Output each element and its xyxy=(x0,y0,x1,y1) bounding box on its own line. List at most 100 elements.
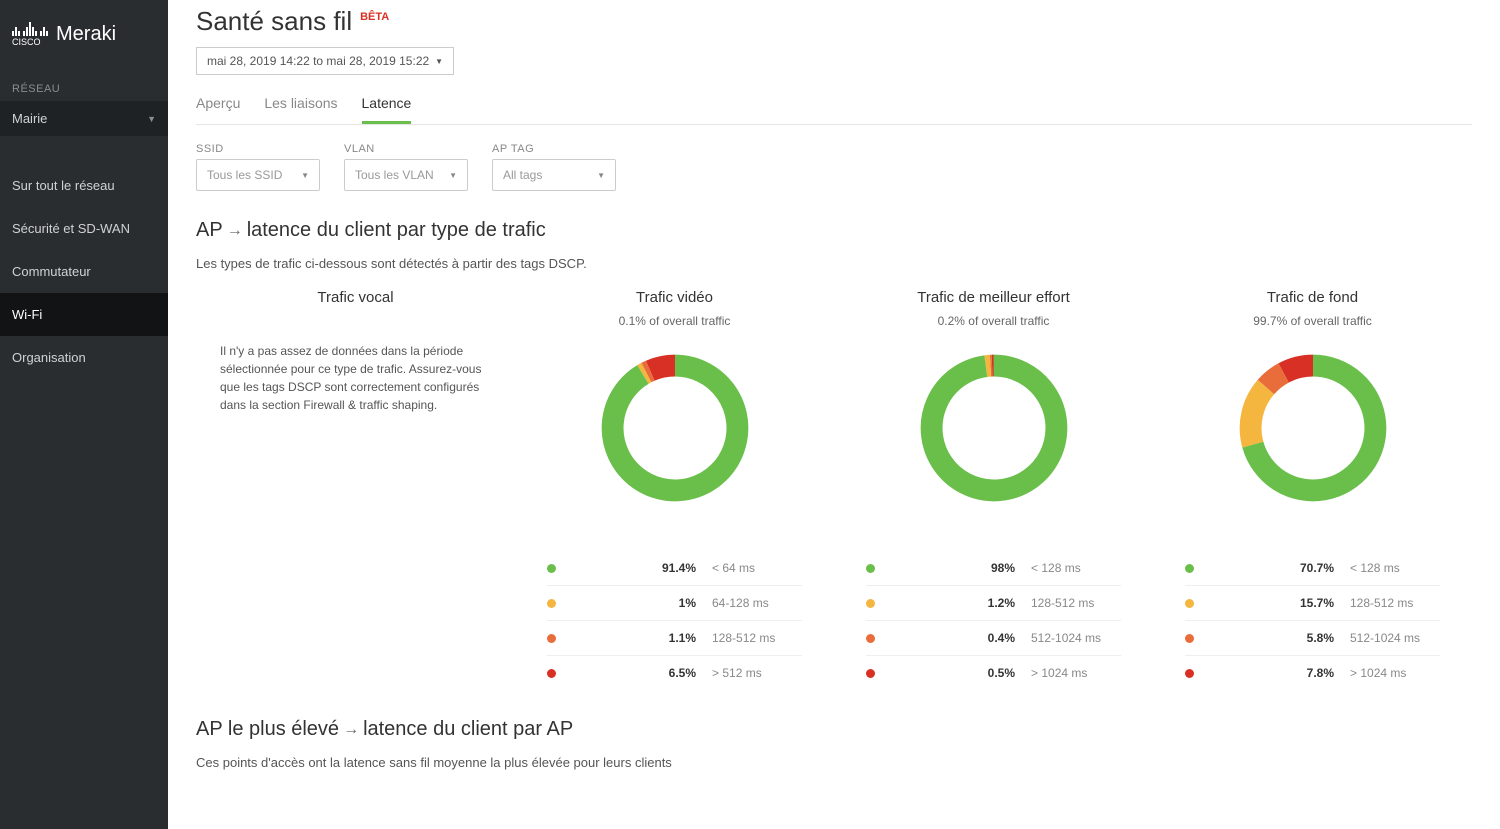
legend-row: 7.8%> 1024 ms xyxy=(1185,656,1440,690)
legend-range: 64-128 ms xyxy=(712,596,802,610)
donut-chart xyxy=(597,350,753,506)
network-selector[interactable]: Mairie ▼ xyxy=(0,101,168,136)
traffic-card-note: Il n'y a pas assez de données dans la pé… xyxy=(212,342,499,414)
legend-range: 512-1024 ms xyxy=(1350,631,1440,645)
section-title: AP → latence du client par type de trafi… xyxy=(196,219,1472,242)
tabs: Aperçu Les liaisons Latence xyxy=(196,95,1472,125)
traffic-card: Trafic vocal Il n'y a pas assez de donnée… xyxy=(196,289,515,690)
caret-down-icon: ▼ xyxy=(435,57,443,66)
traffic-card: Trafic vidéo0.1% of overall traffic91.4%… xyxy=(515,289,834,690)
legend-range: 512-1024 ms xyxy=(1031,631,1121,645)
donut-wrap xyxy=(1235,350,1391,511)
section-latency-by-ap: AP le plus élevé → latence du client par… xyxy=(168,690,1500,770)
traffic-card-title: Trafic de meilleur effort xyxy=(917,289,1070,306)
legend-percent: 1% xyxy=(556,596,712,610)
sidebar-item[interactable]: Sécurité et SD-WAN xyxy=(0,207,168,250)
chevron-down-icon: ▼ xyxy=(147,114,156,124)
legend-dot-icon xyxy=(866,599,875,608)
filter-ssid-value: Tous les SSID xyxy=(207,168,282,182)
traffic-card: Trafic de fond 99.7% of overall traffic 70… xyxy=(1153,289,1472,690)
filter-vlan-label: VLAN xyxy=(344,143,468,155)
legend-row: 1.2%128-512 ms xyxy=(866,586,1121,621)
legend-range: 128-512 ms xyxy=(1350,596,1440,610)
legend-percent: 15.7% xyxy=(1194,596,1350,610)
section-subtitle: Ces points d'accès ont la latence sans f… xyxy=(196,755,1472,770)
date-range-value: mai 28, 2019 14:22 to mai 28, 2019 15:22 xyxy=(207,54,429,68)
legend: 91.4%< 64 ms1%64-128 ms1.1%128-512 ms6.5… xyxy=(531,551,818,690)
legend-range: < 128 ms xyxy=(1350,561,1440,575)
tab[interactable]: Aperçu xyxy=(196,95,240,124)
legend-row: 5.8%512-1024 ms xyxy=(1185,621,1440,656)
filter-ssid-select[interactable]: Tous les SSID ▼ xyxy=(196,159,320,191)
sidebar-nav: Sur tout le réseauSécurité et SD-WANComm… xyxy=(0,164,168,379)
traffic-card-title: Trafic vidéo xyxy=(636,289,713,306)
legend: 98%< 128 ms1.2%128-512 ms0.4%512-1024 ms… xyxy=(850,551,1137,690)
legend-dot-icon xyxy=(547,669,556,678)
sidebar-item[interactable]: Commutateur xyxy=(0,250,168,293)
legend: 70.7%< 128 ms15.7%128-512 ms5.8%512-1024… xyxy=(1169,551,1456,690)
sidebar-item[interactable]: Wi-Fi xyxy=(0,293,168,336)
legend-dot-icon xyxy=(866,564,875,573)
filters-row: SSID Tous les SSID ▼ VLAN Tous les VLAN … xyxy=(168,125,1500,191)
brand-logo: CISCO Meraki xyxy=(0,0,168,65)
legend-row: 70.7%< 128 ms xyxy=(1185,551,1440,586)
legend-percent: 5.8% xyxy=(1194,631,1350,645)
filter-vlan-value: Tous les VLAN xyxy=(355,168,434,182)
traffic-card-title: Trafic de fond xyxy=(1267,289,1358,306)
brand-name: Meraki xyxy=(56,23,116,46)
legend-row: 15.7%128-512 ms xyxy=(1185,586,1440,621)
legend-row: 1.1%128-512 ms xyxy=(547,621,802,656)
legend-row: 98%< 128 ms xyxy=(866,551,1121,586)
legend-range: 128-512 ms xyxy=(712,631,802,645)
legend-dot-icon xyxy=(547,634,556,643)
filter-vlan-select[interactable]: Tous les VLAN ▼ xyxy=(344,159,468,191)
legend-dot-icon xyxy=(866,634,875,643)
legend-range: < 64 ms xyxy=(712,561,802,575)
legend-percent: 70.7% xyxy=(1194,561,1350,575)
legend-percent: 98% xyxy=(875,561,1031,575)
legend-range: > 1024 ms xyxy=(1350,666,1440,680)
filter-vlan: VLAN Tous les VLAN ▼ xyxy=(344,143,468,191)
legend-range: < 128 ms xyxy=(1031,561,1121,575)
legend-row: 6.5%> 512 ms xyxy=(547,656,802,690)
legend-dot-icon xyxy=(547,564,556,573)
filter-aptag-label: AP TAG xyxy=(492,143,616,155)
legend-dot-icon xyxy=(866,669,875,678)
legend-percent: 7.8% xyxy=(1194,666,1350,680)
legend-percent: 0.5% xyxy=(875,666,1031,680)
caret-down-icon: ▼ xyxy=(449,171,457,180)
traffic-card-title: Trafic vocal xyxy=(317,289,393,306)
caret-down-icon: ▼ xyxy=(301,171,309,180)
legend-row: 1%64-128 ms xyxy=(547,586,802,621)
sidebar-item[interactable]: Sur tout le réseau xyxy=(0,164,168,207)
cisco-logo: CISCO xyxy=(12,22,48,47)
donut-chart xyxy=(916,350,1072,506)
donut-chart xyxy=(1235,350,1391,506)
legend-row: 0.5%> 1024 ms xyxy=(866,656,1121,690)
section-title: AP le plus élevé → latence du client par… xyxy=(196,718,1472,741)
arrow-right-icon: → xyxy=(343,721,359,739)
legend-dot-icon xyxy=(1185,669,1194,678)
legend-dot-icon xyxy=(547,599,556,608)
page-title: Santé sans fil xyxy=(196,6,352,37)
sidebar-section-label: RÉSEAU xyxy=(0,65,168,101)
sidebar-item[interactable]: Organisation xyxy=(0,336,168,379)
beta-badge: BÊTA xyxy=(360,11,389,23)
page-header: Santé sans fil BÊTA mai 28, 2019 14:22 t… xyxy=(168,0,1500,75)
traffic-card-subtitle: 0.2% of overall traffic xyxy=(938,314,1050,328)
filter-aptag-select[interactable]: All tags ▼ xyxy=(492,159,616,191)
filter-aptag-value: All tags xyxy=(503,168,542,182)
legend-row: 0.4%512-1024 ms xyxy=(866,621,1121,656)
legend-percent: 1.2% xyxy=(875,596,1031,610)
tab[interactable]: Les liaisons xyxy=(264,95,337,124)
date-range-picker[interactable]: mai 28, 2019 14:22 to mai 28, 2019 15:22… xyxy=(196,47,454,75)
main-content: Santé sans fil BÊTA mai 28, 2019 14:22 t… xyxy=(168,0,1500,829)
traffic-card-subtitle: 0.1% of overall traffic xyxy=(619,314,731,328)
tab[interactable]: Latence xyxy=(362,95,412,124)
traffic-cards: Trafic vocal Il n'y a pas assez de donnée… xyxy=(196,289,1472,690)
network-selector-value: Mairie xyxy=(12,111,47,126)
section-latency-by-traffic: AP → latence du client par type de trafi… xyxy=(168,191,1500,690)
traffic-card-subtitle: 99.7% of overall traffic xyxy=(1253,314,1372,328)
legend-range: 128-512 ms xyxy=(1031,596,1121,610)
filter-aptag: AP TAG All tags ▼ xyxy=(492,143,616,191)
